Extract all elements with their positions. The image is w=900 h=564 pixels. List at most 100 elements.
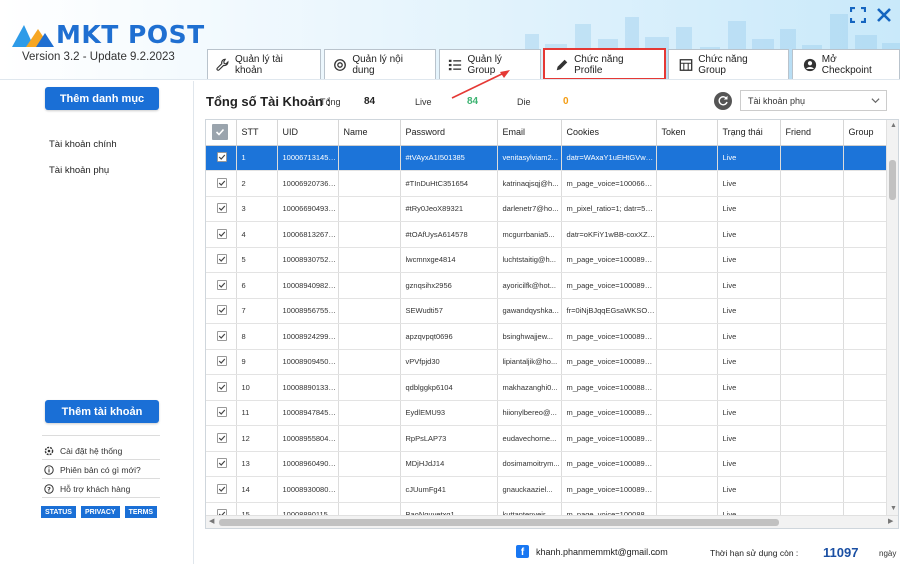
row-checkbox[interactable] bbox=[206, 221, 237, 248]
close-button[interactable] bbox=[875, 6, 893, 24]
column-header-stt[interactable]: STT bbox=[236, 120, 278, 146]
expiry-label: Thời hạn sử dụng còn : bbox=[710, 548, 799, 558]
cell-stt: 5 bbox=[236, 247, 278, 273]
cell-password: #tOAfUysA614578 bbox=[400, 221, 498, 248]
table-row[interactable]: 8 1000892429978... apzqvpqt0696 bsinghwajje… bbox=[206, 323, 888, 350]
column-header-cookies[interactable]: Cookies bbox=[561, 120, 657, 146]
row-checkbox[interactable] bbox=[206, 349, 237, 375]
cell-token bbox=[656, 451, 718, 477]
sidebar-item-main-account[interactable]: Tài khoản chính bbox=[49, 139, 117, 150]
table-row[interactable]: 11 1000894784573... EydlEMU93 hiionylbereo@… bbox=[206, 400, 888, 426]
user-email[interactable]: khanh.phanmemmkt@gmail.com bbox=[536, 547, 668, 557]
sidebar-item-sub-account[interactable]: Tài khoản phụ bbox=[49, 165, 109, 176]
cell-token bbox=[656, 170, 718, 197]
cell-stt: 1 bbox=[236, 145, 278, 171]
table-row[interactable]: 1 1000671314554... #tVAyxA1I501385 venitasy… bbox=[206, 145, 888, 171]
svg-text:?: ? bbox=[47, 486, 51, 494]
column-header-email[interactable]: Email bbox=[497, 120, 562, 146]
row-checkbox[interactable] bbox=[206, 145, 237, 171]
chevron-down-icon[interactable]: ⌄ bbox=[652, 549, 658, 557]
cell-stt: 12 bbox=[236, 425, 278, 452]
column-header-name[interactable]: Name bbox=[338, 120, 401, 146]
account-type-select[interactable]: Tài khoản phụ bbox=[740, 90, 887, 111]
cell-token bbox=[656, 221, 718, 248]
cell-name bbox=[338, 476, 401, 503]
cell-stt: 10 bbox=[236, 374, 278, 401]
vertical-scrollbar[interactable]: ▲ ▼ bbox=[886, 120, 898, 516]
tab-group-functions[interactable]: Chức năng Group bbox=[668, 49, 789, 79]
row-checkbox[interactable] bbox=[206, 425, 237, 452]
table-row[interactable]: 12 1000895580465... RpPsLAP73 eudavechorne.… bbox=[206, 425, 888, 452]
cell-status: Live bbox=[717, 425, 781, 452]
column-header-token[interactable]: Token bbox=[656, 120, 718, 146]
horizontal-scrollbar[interactable]: ◀ ▶ bbox=[206, 515, 898, 528]
cell-status: Live bbox=[717, 272, 781, 299]
row-checkbox[interactable] bbox=[206, 374, 237, 401]
column-header-uid[interactable]: UID bbox=[277, 120, 339, 146]
table-row[interactable]: 2 1000692073607... #TInDuHtC351654 katrinaq… bbox=[206, 170, 888, 197]
row-checkbox[interactable] bbox=[206, 298, 237, 324]
row-checkbox[interactable] bbox=[206, 451, 237, 477]
terms-badge[interactable]: TERMS bbox=[124, 506, 158, 518]
whats-new-link[interactable]: Phiên bản có gì mới? bbox=[44, 465, 141, 475]
row-checkbox[interactable] bbox=[206, 196, 237, 222]
cell-stt: 7 bbox=[236, 298, 278, 324]
table-row[interactable]: 13 1000896049042... MDjHJdJ14 dosimamoitrym… bbox=[206, 451, 888, 477]
row-checkbox[interactable] bbox=[206, 272, 237, 299]
expiry-unit: ngày bbox=[879, 549, 897, 558]
column-header-status[interactable]: Trạng thái bbox=[717, 120, 781, 146]
row-checkbox[interactable] bbox=[206, 476, 237, 503]
cell-password: #TInDuHtC351654 bbox=[400, 170, 498, 197]
column-header-password[interactable]: Password bbox=[400, 120, 498, 146]
customer-support-link[interactable]: ? Hỗ trợ khách hàng bbox=[44, 484, 130, 494]
add-category-button[interactable]: Thêm danh mục bbox=[45, 87, 159, 110]
cell-name bbox=[338, 323, 401, 350]
column-header-group[interactable]: Group bbox=[843, 120, 888, 146]
table-row[interactable]: 9 1000890945039... vPVfpjd30 lipiantaljik@h… bbox=[206, 349, 888, 375]
row-checkbox[interactable] bbox=[206, 323, 237, 350]
scroll-left-icon[interactable]: ◀ bbox=[209, 517, 214, 525]
logo-mark-icon bbox=[12, 24, 54, 47]
privacy-badge[interactable]: PRIVACY bbox=[80, 506, 120, 518]
cell-status: Live bbox=[717, 374, 781, 401]
vertical-scroll-thumb[interactable] bbox=[889, 160, 896, 200]
table-row[interactable]: 5 1000893075226... lwcmnxge4814 luchtstaiti… bbox=[206, 247, 888, 273]
calendar-grid-icon bbox=[679, 58, 693, 71]
select-all-checkbox[interactable] bbox=[206, 120, 237, 146]
maximize-button[interactable] bbox=[849, 6, 867, 24]
table-row[interactable]: 7 1000895675559... SEWudti57 gawandqyshka..… bbox=[206, 298, 888, 324]
tab-account-management[interactable]: Quản lý tài khoản bbox=[207, 49, 322, 79]
horizontal-scroll-thumb[interactable] bbox=[219, 519, 779, 526]
row-checkbox[interactable] bbox=[206, 170, 237, 197]
cell-cookies: m_page_voice=10008890... bbox=[561, 374, 657, 401]
cell-cookies: m_pixel_ratio=1; datr=56... bbox=[561, 196, 657, 222]
scroll-down-icon[interactable]: ▼ bbox=[890, 505, 897, 512]
refresh-button[interactable] bbox=[714, 92, 732, 110]
row-checkbox[interactable] bbox=[206, 247, 237, 273]
add-account-button[interactable]: Thêm tài khoản bbox=[45, 400, 159, 423]
cell-name bbox=[338, 145, 401, 171]
table-row[interactable]: 3 1000669049394... #tRy0JeoX89321 darlenetr… bbox=[206, 196, 888, 222]
cell-uid: 1000889013312... bbox=[277, 374, 339, 401]
cell-friend bbox=[780, 247, 844, 273]
tab-profile-functions[interactable]: Chức năng Profile bbox=[543, 48, 667, 79]
table-row[interactable]: 10 1000889013312... qdblggkp6104 makhazangh… bbox=[206, 374, 888, 401]
cell-cookies: m_page_voice=10006692... bbox=[561, 170, 657, 197]
tab-open-checkpoint[interactable]: Mở Checkpoint bbox=[791, 49, 900, 79]
system-settings-link[interactable]: Cài đặt hệ thống bbox=[44, 446, 122, 456]
status-badge[interactable]: STATUS bbox=[41, 506, 76, 518]
tab-content-management[interactable]: Quản lý nội dung bbox=[324, 49, 437, 79]
cell-friend bbox=[780, 451, 844, 477]
cell-group bbox=[843, 374, 888, 401]
table-row[interactable]: 4 1000681326753... #tOAfUysA614578 mcgurrba… bbox=[206, 221, 888, 248]
table-row[interactable]: 14 1000893008053... cJUumFg41 gnauckaaziel.… bbox=[206, 476, 888, 503]
column-header-friend[interactable]: Friend bbox=[780, 120, 844, 146]
check-icon bbox=[218, 231, 226, 237]
row-checkbox[interactable] bbox=[206, 400, 237, 426]
cell-uid: 1000894098216... bbox=[277, 272, 339, 299]
cell-status: Live bbox=[717, 221, 781, 248]
table-row[interactable]: 6 1000894098216... gznqsihx2956 ayoricilfk@… bbox=[206, 272, 888, 299]
divider bbox=[42, 459, 160, 460]
scroll-right-icon[interactable]: ▶ bbox=[888, 517, 893, 525]
scroll-up-icon[interactable]: ▲ bbox=[890, 122, 897, 129]
